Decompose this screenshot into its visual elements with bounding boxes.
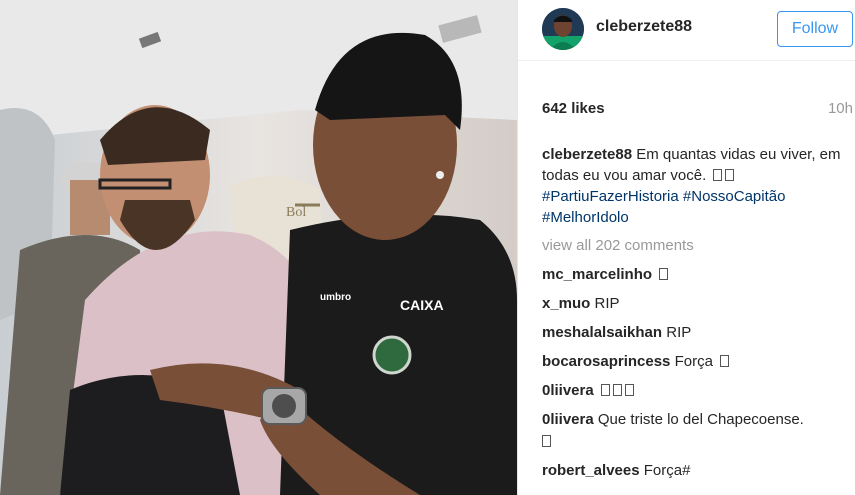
- emoji-glyph: [612, 384, 622, 396]
- post-panel: cleberzete88 Follow 642 likes 10h cleber…: [517, 0, 855, 495]
- emoji-glyph: [720, 355, 730, 367]
- comment-username[interactable]: robert_alvees: [542, 462, 640, 479]
- comment-username[interactable]: mc_marcelinho: [542, 266, 652, 283]
- post-caption: cleberzete88 Em quantas vidas eu viver, …: [542, 144, 842, 228]
- post-username[interactable]: cleberzete88: [596, 18, 692, 36]
- comment-item: bocarosaprincess Força: [542, 351, 847, 373]
- avatar-image: [542, 8, 584, 50]
- comment-text: Força: [674, 353, 713, 370]
- sleeve-brand-logo: umbro: [320, 292, 351, 303]
- comment-username[interactable]: bocarosaprincess: [542, 353, 670, 370]
- comment-list: mc_marcelinho x_muo RIP meshalalsaikhan …: [542, 264, 847, 489]
- emoji-glyph: [725, 169, 735, 181]
- emoji-glyph: [600, 384, 610, 396]
- post-time: 10h: [827, 100, 853, 117]
- comment-item: meshalalsaikhan RIP: [542, 322, 847, 344]
- follow-button[interactable]: Follow: [777, 11, 853, 47]
- view-all-comments-link[interactable]: view all 202 comments: [542, 237, 694, 254]
- hashtag-link[interactable]: #PartiuFazerHistoria: [542, 188, 679, 205]
- comment-username[interactable]: 0liivera: [542, 411, 594, 428]
- hashtag-link[interactable]: #NossoCapitão: [683, 188, 786, 205]
- comment-item: 0liivera: [542, 380, 847, 402]
- photo-illustration: CAIXA umbro Bol: [0, 0, 517, 495]
- comment-item: x_muo RIP: [542, 293, 847, 315]
- comment-item: mc_marcelinho: [542, 264, 847, 286]
- post-photo: CAIXA umbro Bol: [0, 0, 517, 495]
- comment-text: Que triste lo del Chapecoense.: [597, 411, 804, 428]
- seat-branding-logo: Bol: [286, 205, 306, 220]
- comment-username[interactable]: meshalalsaikhan: [542, 324, 662, 341]
- comment-text: RIP: [594, 295, 620, 312]
- emoji-glyph: [713, 169, 723, 181]
- shirt-sponsor-logo: CAIXA: [400, 297, 444, 313]
- caption-username[interactable]: cleberzete88: [542, 146, 632, 163]
- comment-text: Força#: [643, 462, 691, 479]
- avatar[interactable]: [542, 8, 584, 50]
- comment-username[interactable]: 0liivera: [542, 382, 594, 399]
- emoji-glyph: [624, 384, 634, 396]
- hashtag-link[interactable]: #MelhorIdolo: [542, 209, 629, 226]
- post-header: cleberzete88 Follow: [518, 0, 855, 61]
- comment-text: RIP: [666, 324, 692, 341]
- emoji-glyph: [542, 435, 551, 447]
- comment-item: 0liivera Que triste lo del Chapecoense.: [542, 409, 847, 453]
- comment-username[interactable]: x_muo: [542, 295, 590, 312]
- emoji-glyph: [659, 268, 669, 280]
- comment-item: robert_alvees Força#: [542, 460, 847, 482]
- likes-count[interactable]: 642 likes: [542, 100, 605, 117]
